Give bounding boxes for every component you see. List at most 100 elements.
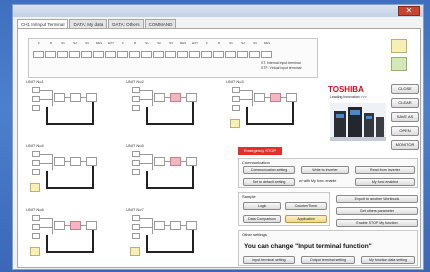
sample-data-comparison-button[interactable]: Data Comparison	[243, 215, 281, 223]
sample-application-button[interactable]: Application	[285, 215, 327, 223]
emergency-stop-button[interactable]: Emergency STOP	[238, 147, 282, 155]
unit-diagram[interactable]: UNIT No1	[26, 79, 116, 131]
side-button-clear[interactable]: CLEAR	[391, 98, 419, 108]
function-block	[70, 93, 81, 102]
wire	[46, 187, 92, 189]
bit-indicator	[57, 51, 68, 58]
wire	[146, 123, 192, 125]
function-block	[186, 221, 197, 230]
connector	[140, 163, 152, 164]
connector	[52, 154, 53, 170]
wire	[192, 166, 194, 189]
unit-diagram[interactable]: UNIT No2	[126, 79, 216, 131]
bit-label: S1	[145, 41, 149, 45]
unit-diagram[interactable]: UNIT No6	[26, 207, 116, 259]
bit-label: S2	[157, 41, 161, 45]
bit-label: S2	[73, 41, 77, 45]
connector	[181, 97, 186, 98]
connector	[40, 218, 52, 219]
default-setting-button[interactable]: Set to default setting	[243, 178, 295, 186]
my-function-data-setting-button[interactable]: My function data setting	[361, 256, 415, 264]
brand-tagline: Leading Innovation >>>	[330, 95, 367, 99]
bit-label: S3	[85, 41, 89, 45]
status-indicator-yellow	[130, 247, 140, 256]
input-box	[232, 87, 240, 93]
read-from-inverter-button[interactable]: Read from Inverter	[355, 166, 415, 174]
bit-label: S2	[241, 41, 245, 45]
communication-setting-button[interactable]: Communication setting	[243, 166, 295, 174]
other-settings-group: Other settings You can change "Input ter…	[238, 230, 418, 266]
connector	[152, 218, 153, 234]
side-button-open[interactable]: OPEN	[391, 126, 419, 136]
unit-label: UNIT No1	[26, 79, 44, 84]
close-window-button[interactable]: ✕	[398, 6, 420, 16]
enable-stop-my-function-button[interactable]: Enable STOP My function	[336, 219, 418, 227]
input-box	[132, 160, 140, 166]
unit-diagram[interactable]: UNIT No5	[126, 143, 216, 195]
wire	[292, 102, 294, 125]
sample-counter-timer-button[interactable]: Counter/Timer	[285, 202, 327, 210]
function-block-active	[170, 93, 181, 102]
connector	[52, 90, 53, 106]
input-terminal-setting-button[interactable]: Input terminal setting	[243, 256, 295, 264]
wire	[92, 102, 94, 125]
connector	[81, 225, 86, 226]
input-box	[32, 224, 40, 230]
input-box	[132, 105, 140, 111]
export-workbook-button[interactable]: Export to another Workbook	[336, 195, 418, 203]
bit-label: S1	[61, 41, 65, 45]
wire	[92, 230, 94, 253]
bit-indicator	[249, 51, 260, 58]
connector	[240, 99, 252, 100]
connector	[165, 161, 170, 162]
connector	[65, 97, 70, 98]
bit-label: RES	[179, 41, 187, 45]
unit-label: UNIT No2	[126, 79, 144, 84]
function-block	[254, 93, 265, 102]
connector	[281, 97, 286, 98]
unit-diagram[interactable]: UNIT No3	[226, 79, 316, 131]
function-block	[154, 93, 165, 102]
input-box	[132, 233, 140, 239]
unit-diagram[interactable]: UNIT No7	[126, 207, 216, 259]
unit-label: UNIT No4	[26, 143, 44, 148]
bit-indicator	[117, 51, 128, 58]
bit-indicator	[213, 51, 224, 58]
status-indicator-yellow	[30, 183, 40, 192]
get-others-parameter-button[interactable]: Get others parameter	[336, 207, 418, 215]
bit-label: RES	[263, 41, 271, 45]
side-button-close[interactable]: CLOSE	[391, 84, 419, 94]
side-button-save-as[interactable]: SAVE AS	[391, 112, 419, 122]
group-title: Communication	[242, 160, 270, 165]
function-block	[186, 93, 197, 102]
bit-label: S3	[169, 41, 173, 45]
bit-indicator	[81, 51, 92, 58]
bit-label: EXT	[108, 41, 114, 45]
wire	[192, 102, 194, 125]
side-button-monitor[interactable]: MONITOR	[391, 140, 419, 150]
wire	[146, 187, 192, 189]
bit-label: EXT	[192, 41, 198, 45]
indicator-green	[391, 57, 407, 71]
wire	[92, 166, 94, 189]
output-terminal-setting-button[interactable]: Output terminal setting	[301, 256, 355, 264]
write-to-inverter-button[interactable]: Write to Inverter	[301, 166, 349, 174]
connector	[65, 225, 70, 226]
function-block	[186, 157, 197, 166]
bit-label: S1	[229, 41, 233, 45]
connector	[152, 90, 153, 106]
input-box	[132, 96, 140, 102]
unit-diagram[interactable]: UNIT No4	[26, 143, 116, 195]
connector	[40, 90, 52, 91]
wire	[192, 230, 194, 253]
bit-indicator	[93, 51, 104, 58]
my-func-checkbox[interactable]: w/ with My func. enable	[299, 179, 336, 183]
bit-indicator	[33, 51, 44, 58]
input-box	[232, 105, 240, 111]
connector	[81, 161, 86, 162]
sample-logic-button[interactable]: Logic	[243, 202, 281, 210]
my-func-enabled-button[interactable]: My func enabled	[355, 178, 415, 186]
unit-label: UNIT No5	[126, 143, 144, 148]
connector	[140, 154, 152, 155]
input-box	[32, 215, 40, 221]
